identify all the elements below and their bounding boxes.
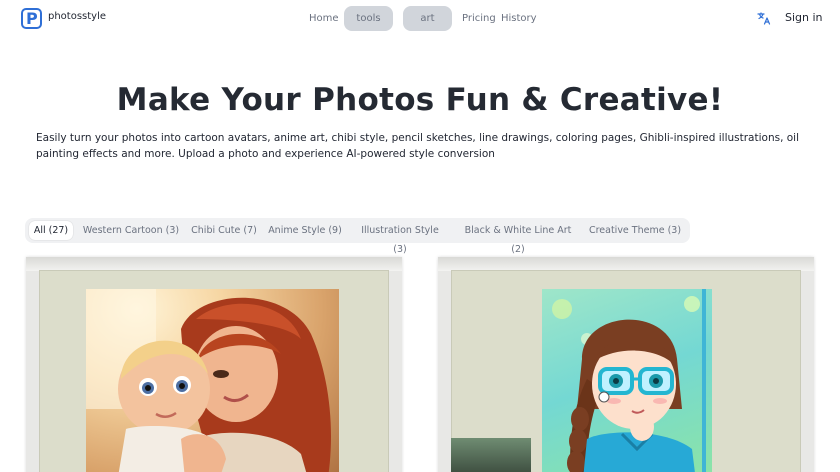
tab-western-cartoon[interactable]: Western Cartoon (3) (81, 221, 181, 240)
nav-tools[interactable]: tools (344, 6, 393, 31)
tab-all[interactable]: All (27) (29, 221, 73, 240)
frame-edge (438, 257, 814, 271)
top-navbar: P photosstyle Home tools art Pricing His… (0, 0, 840, 38)
nav-history[interactable]: History (501, 13, 537, 24)
tab-creative-theme[interactable]: Creative Theme (3) (587, 221, 683, 240)
nav-art[interactable]: art (403, 6, 452, 31)
frame-edge (26, 257, 402, 271)
gallery-card[interactable] (438, 257, 814, 472)
tab-black-white-line-art[interactable]: Black & White Line Art (2) (457, 221, 579, 255)
sign-in-link[interactable]: Sign in (785, 11, 823, 24)
gallery-card[interactable] (26, 257, 402, 472)
nav-pricing[interactable]: Pricing (462, 13, 496, 24)
anime-girl-illustration (552, 289, 706, 472)
tab-chibi-cute[interactable]: Chibi Cute (7) (189, 221, 259, 240)
thumbnail-image[interactable] (451, 438, 531, 472)
cartoon-mother-and-baby-image[interactable] (86, 289, 339, 472)
mother-baby-illustration (86, 289, 331, 472)
main-nav: Home tools art Pricing History (0, 6, 840, 32)
tab-illustration-style[interactable]: Illustration Style (3) (353, 221, 447, 255)
anime-girl-with-glasses-image[interactable] (542, 289, 712, 472)
tab-anime-style[interactable]: Anime Style (9) (267, 221, 343, 240)
category-filter-bar: All (27) Western Cartoon (3) Chibi Cute … (25, 218, 690, 255)
page-subtitle: Easily turn your photos into cartoon ava… (36, 132, 800, 160)
page-title: Make Your Photos Fun & Creative! (116, 82, 724, 118)
translate-icon[interactable] (757, 11, 771, 25)
nav-home[interactable]: Home (309, 13, 339, 24)
